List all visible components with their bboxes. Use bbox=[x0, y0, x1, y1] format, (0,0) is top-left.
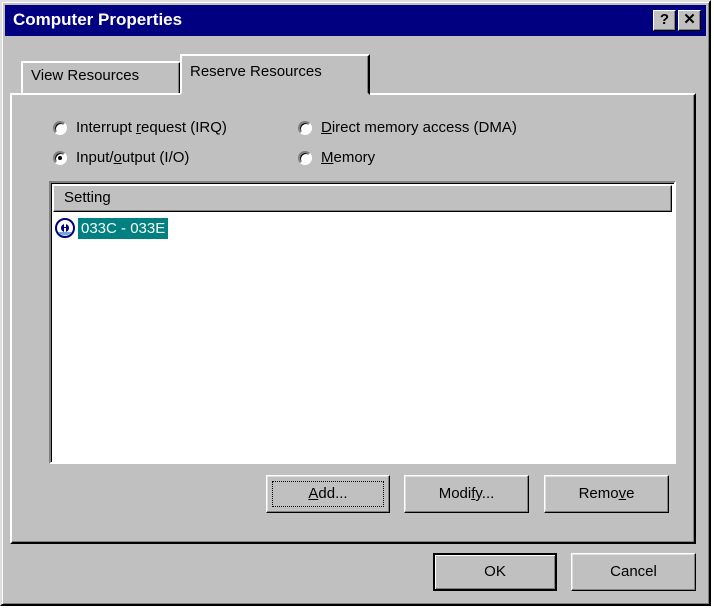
window-title: Computer Properties bbox=[13, 10, 183, 29]
title-bar[interactable]: Computer Properties ? ✕ bbox=[5, 5, 706, 36]
cancel-button[interactable]: Cancel bbox=[571, 553, 696, 591]
ok-button-label: OK bbox=[484, 563, 506, 580]
radio-label: Direct memory access (DMA) bbox=[321, 119, 517, 136]
remove-button-label: Remove bbox=[578, 485, 635, 502]
add-button[interactable]: Add... bbox=[266, 475, 390, 513]
radio-label: Input/output (I/O) bbox=[76, 149, 190, 166]
radio-memory[interactable]: Memory bbox=[298, 149, 375, 166]
radio-dma[interactable]: Direct memory access (DMA) bbox=[298, 119, 517, 136]
tab-view-resources[interactable]: View Resources bbox=[21, 61, 181, 93]
cancel-button-label: Cancel bbox=[610, 563, 657, 580]
tab-label: View Resources bbox=[31, 67, 140, 84]
radio-circle bbox=[298, 120, 312, 135]
radio-irq[interactable]: Interrupt request (IRQ) bbox=[53, 119, 227, 136]
add-button-label: Add... bbox=[308, 485, 348, 502]
modify-button-label: Modify... bbox=[438, 485, 495, 502]
tab-reserve-resources[interactable]: Reserve Resources bbox=[180, 54, 370, 95]
radio-label: Memory bbox=[321, 149, 376, 166]
ok-button[interactable]: OK bbox=[433, 553, 557, 591]
remove-button[interactable]: Remove bbox=[544, 475, 669, 513]
modify-button[interactable]: Modify... bbox=[404, 475, 529, 513]
list-item-text: 033C - 033E bbox=[78, 217, 169, 239]
close-icon: ✕ bbox=[683, 11, 696, 28]
radio-circle bbox=[298, 150, 312, 165]
radio-label: Interrupt request (IRQ) bbox=[76, 119, 227, 136]
radio-circle-selected bbox=[53, 150, 67, 165]
io-port-icon bbox=[54, 217, 76, 239]
settings-list[interactable]: Setting 033C - 033E bbox=[49, 181, 676, 464]
tab-label: Reserve Resources bbox=[190, 63, 322, 80]
column-header-label: Setting bbox=[64, 189, 111, 206]
help-icon: ? bbox=[659, 11, 670, 28]
help-button[interactable]: ? bbox=[653, 10, 676, 31]
close-button[interactable]: ✕ bbox=[678, 10, 701, 31]
radio-io[interactable]: Input/output (I/O) bbox=[53, 149, 189, 166]
column-header-setting[interactable]: Setting bbox=[53, 185, 672, 212]
radio-circle bbox=[53, 120, 67, 135]
list-item[interactable]: 033C - 033E bbox=[54, 215, 169, 241]
